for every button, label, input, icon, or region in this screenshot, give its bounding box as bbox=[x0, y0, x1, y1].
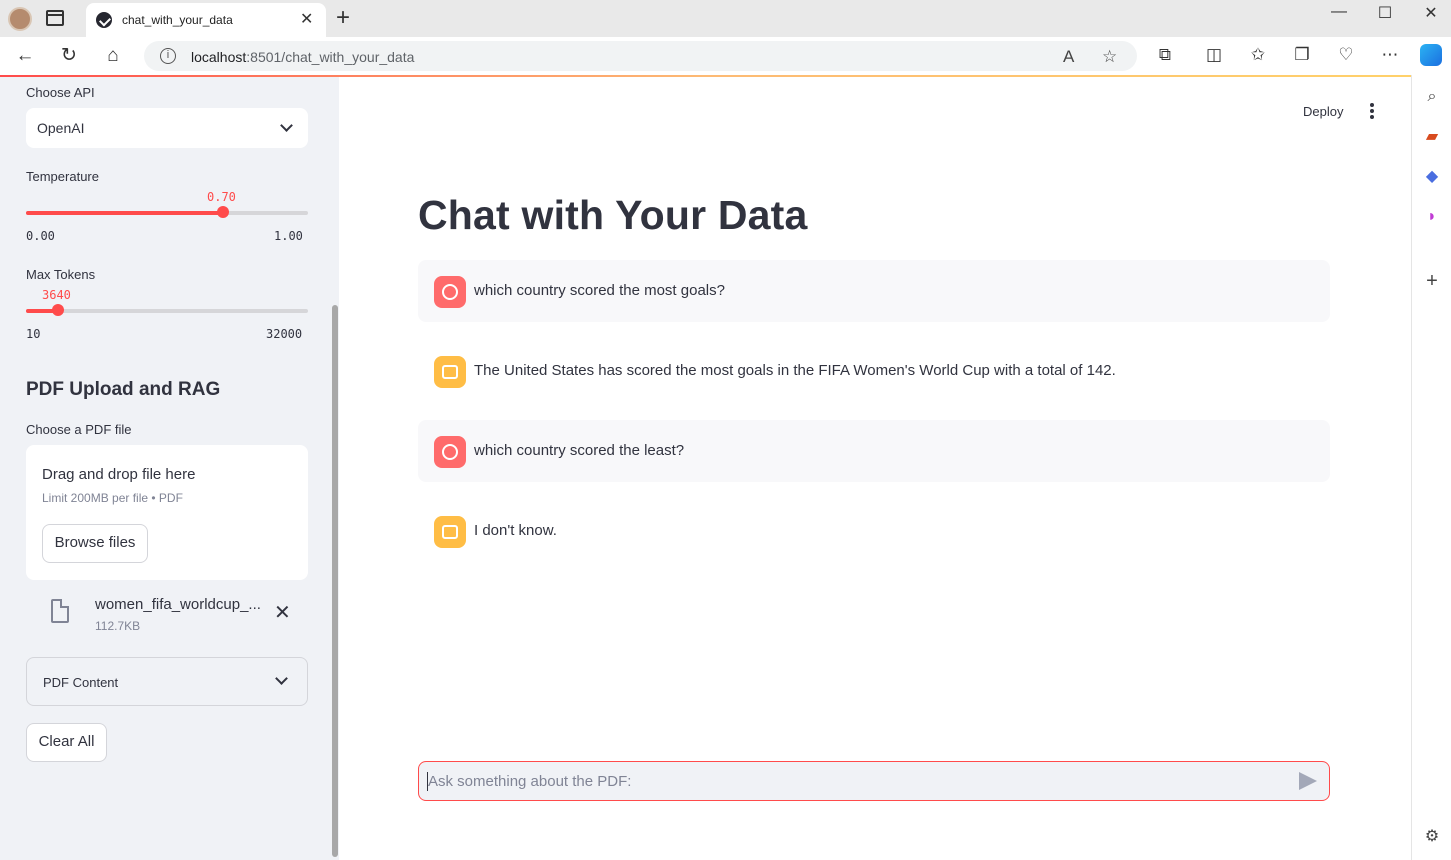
message-text: I don't know. bbox=[474, 522, 557, 539]
file-icon bbox=[51, 599, 69, 623]
chat-message-user: which country scored the least? bbox=[418, 420, 1330, 482]
back-icon[interactable]: ← bbox=[14, 45, 36, 67]
browser-side-rail: ⌕ ▰ ◆ ◗ + ⚙ bbox=[1411, 75, 1451, 860]
temperature-slider[interactable] bbox=[26, 206, 308, 218]
minimize-icon[interactable]: — bbox=[1316, 3, 1362, 21]
chevron-down-icon bbox=[275, 672, 288, 685]
assistant-avatar-icon bbox=[434, 516, 466, 548]
extensions-icon[interactable]: ⧉ bbox=[1154, 45, 1176, 65]
max-tokens-value: 3640 bbox=[42, 288, 71, 302]
favorite-star-icon[interactable]: ☆ bbox=[1102, 47, 1117, 67]
pdf-content-expander[interactable]: PDF Content bbox=[26, 657, 308, 706]
sidebar-scrollbar[interactable] bbox=[332, 305, 338, 857]
api-select-value: OpenAI bbox=[37, 120, 85, 136]
window-close-icon[interactable]: ✕ bbox=[1408, 3, 1451, 23]
assistant-avatar-icon bbox=[434, 356, 466, 388]
temperature-value: 0.70 bbox=[207, 190, 236, 204]
browser-tab-bar: chat_with_your_data ✕ + — ☐ ✕ bbox=[0, 0, 1451, 37]
pdf-file-label: Choose a PDF file bbox=[26, 422, 132, 437]
streamlit-app: Choose API OpenAI Temperature 0.70 0.00 … bbox=[0, 75, 1411, 860]
chat-message-user: which country scored the most goals? bbox=[418, 260, 1330, 322]
browse-files-button[interactable]: Browse files bbox=[42, 524, 148, 563]
remove-file-icon[interactable]: ✕ bbox=[274, 600, 291, 625]
performance-icon[interactable]: ♡ bbox=[1335, 45, 1357, 65]
deploy-button[interactable]: Deploy bbox=[1303, 104, 1343, 119]
pdf-dropzone[interactable]: Drag and drop file here Limit 200MB per … bbox=[26, 445, 308, 580]
split-screen-icon[interactable]: ◫ bbox=[1203, 45, 1225, 65]
chevron-down-icon bbox=[280, 119, 293, 132]
max-tokens-slider[interactable] bbox=[26, 304, 308, 316]
expander-label: PDF Content bbox=[43, 675, 119, 690]
read-aloud-icon[interactable]: A bbox=[1063, 47, 1074, 67]
url-text: localhost:8501/chat_with_your_data bbox=[191, 49, 415, 65]
max-tokens-min: 10 bbox=[26, 327, 41, 341]
maximize-icon[interactable]: ☐ bbox=[1362, 3, 1408, 23]
user-avatar-icon bbox=[434, 276, 466, 308]
temperature-label: Temperature bbox=[26, 169, 99, 184]
message-text: The United States has scored the most go… bbox=[474, 362, 1116, 379]
page-title: Chat with Your Data bbox=[418, 192, 808, 238]
file-size: 112.7KB bbox=[95, 619, 141, 633]
uploaded-file: women_fifa_worldcup_... 112.7KB ✕ bbox=[26, 589, 308, 639]
chat-input-placeholder: Ask something about the PDF: bbox=[428, 773, 632, 790]
tab-actions-icon[interactable] bbox=[46, 10, 64, 26]
api-select[interactable]: OpenAI bbox=[26, 108, 308, 148]
tab-close-icon[interactable]: ✕ bbox=[300, 9, 313, 29]
tab-title: chat_with_your_data bbox=[122, 13, 233, 27]
tools-icon[interactable]: ▰ bbox=[1422, 127, 1442, 147]
more-icon[interactable]: ⋯ bbox=[1379, 45, 1401, 65]
chat-message-assistant: I don't know. bbox=[418, 500, 1330, 562]
message-text: which country scored the least? bbox=[474, 442, 685, 459]
pdf-section-title: PDF Upload and RAG bbox=[26, 379, 221, 400]
chat-message-assistant: The United States has scored the most go… bbox=[418, 340, 1330, 402]
collections-icon[interactable]: ❐ bbox=[1291, 45, 1313, 65]
favorites-icon[interactable]: ✩ bbox=[1247, 45, 1269, 65]
profile-avatar[interactable] bbox=[8, 7, 32, 31]
max-tokens-slider-thumb[interactable] bbox=[52, 304, 64, 316]
temperature-slider-fill bbox=[26, 211, 224, 215]
settings-gear-icon[interactable]: ⚙ bbox=[1422, 827, 1442, 847]
temperature-slider-thumb[interactable] bbox=[217, 206, 230, 218]
max-tokens-max: 32000 bbox=[266, 327, 303, 341]
message-text: which country scored the most goals? bbox=[474, 282, 725, 299]
search-icon[interactable]: ⌕ bbox=[1422, 87, 1442, 107]
home-icon[interactable]: ⌂ bbox=[102, 45, 124, 67]
info-icon[interactable]: i bbox=[160, 48, 176, 64]
address-bar: ← ↻ ⌂ i localhost:8501/chat_with_your_da… bbox=[0, 37, 1451, 75]
file-name: women_fifa_worldcup_... bbox=[95, 596, 261, 613]
refresh-icon[interactable]: ↻ bbox=[58, 45, 80, 67]
new-tab-icon[interactable]: + bbox=[336, 5, 350, 31]
copilot-icon[interactable] bbox=[1420, 44, 1442, 66]
designer-icon[interactable]: ◗ bbox=[1422, 207, 1442, 227]
chat-input[interactable]: Ask something about the PDF: bbox=[418, 761, 1330, 801]
sidebar: Choose API OpenAI Temperature 0.70 0.00 … bbox=[0, 77, 339, 860]
clear-all-button[interactable]: Clear All bbox=[26, 723, 107, 762]
send-icon[interactable] bbox=[1299, 772, 1317, 790]
main-menu-icon[interactable] bbox=[1369, 103, 1375, 119]
temperature-min: 0.00 bbox=[26, 229, 55, 243]
dropzone-title: Drag and drop file here bbox=[42, 466, 196, 483]
dropzone-limit: Limit 200MB per file • PDF bbox=[42, 491, 183, 505]
url-field[interactable]: i localhost:8501/chat_with_your_data A ☆ bbox=[144, 41, 1137, 71]
max-tokens-label: Max Tokens bbox=[26, 267, 96, 282]
user-avatar-icon bbox=[434, 436, 466, 468]
browser-tab[interactable]: chat_with_your_data ✕ bbox=[86, 3, 326, 37]
temperature-max: 1.00 bbox=[274, 229, 303, 243]
office-icon[interactable]: ◆ bbox=[1422, 167, 1442, 187]
add-sidebar-app-icon[interactable]: + bbox=[1422, 271, 1442, 291]
choose-api-label: Choose API bbox=[26, 85, 95, 100]
streamlit-favicon-icon bbox=[96, 12, 112, 28]
